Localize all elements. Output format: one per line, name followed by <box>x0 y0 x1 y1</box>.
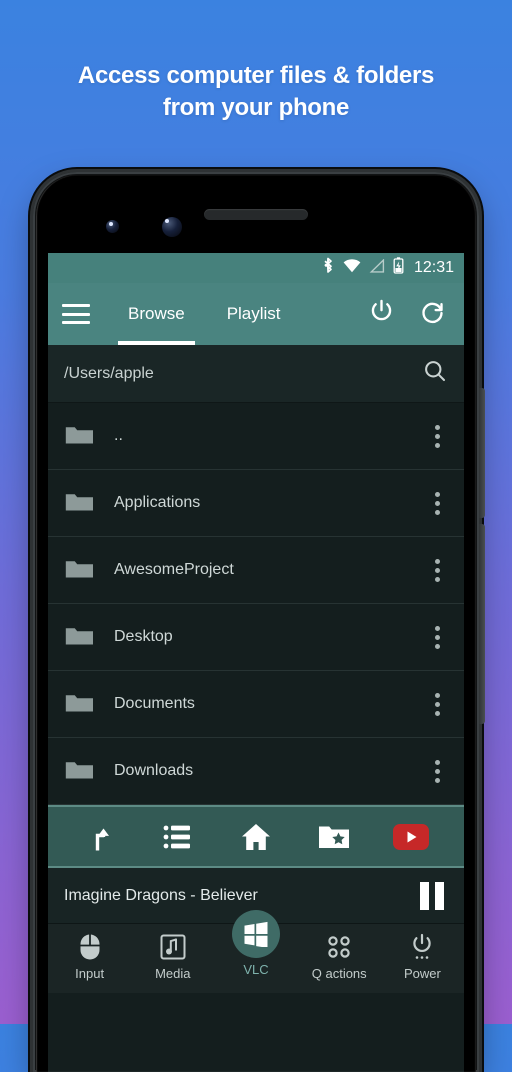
refresh-icon[interactable] <box>419 298 446 330</box>
tab-playlist[interactable]: Playlist <box>223 283 285 345</box>
headline-line-2: from your phone <box>162 93 350 121</box>
path-search-bar[interactable]: /Users/apple <box>48 345 464 403</box>
bluetooth-icon <box>322 257 335 279</box>
folder-icon <box>64 623 94 652</box>
music-note-icon <box>160 932 186 962</box>
wifi-icon <box>343 258 361 278</box>
table-row[interactable]: Downloads <box>48 738 464 805</box>
table-row[interactable]: Applications <box>48 470 464 537</box>
file-list: .. Applications AwesomeProject Desktop D… <box>48 403 464 805</box>
favorites-folder-icon[interactable] <box>307 815 361 859</box>
overflow-menu-icon[interactable] <box>427 486 448 521</box>
folder-icon <box>64 757 94 786</box>
file-name: .. <box>114 427 123 444</box>
table-row[interactable]: .. <box>48 403 464 470</box>
overflow-menu-icon[interactable] <box>427 553 448 588</box>
table-row[interactable]: AwesomeProject <box>48 537 464 604</box>
tab-browse-label: Browse <box>128 304 185 323</box>
tab-browse[interactable]: Browse <box>118 283 195 345</box>
path-input[interactable]: /Users/apple <box>64 365 422 383</box>
page-title: Access computer files & folders from you… <box>0 60 512 124</box>
tab-bar: Browse Playlist <box>118 283 285 345</box>
youtube-play-icon[interactable] <box>384 815 438 859</box>
nav-item-media[interactable]: Media <box>131 932 214 981</box>
folder-icon <box>64 422 94 451</box>
front-camera-icon <box>162 217 182 237</box>
file-name: Applications <box>114 494 201 511</box>
headline-line-1: Access computer files & folders <box>77 62 435 89</box>
tab-playlist-label: Playlist <box>226 304 281 323</box>
phone-mockup: 12:31 Browse Playlist /Users/apple .. Ap… <box>33 172 485 1072</box>
overflow-menu-icon[interactable] <box>427 620 448 655</box>
parent-directory-icon[interactable] <box>74 815 128 859</box>
power-icon <box>409 932 435 962</box>
table-row[interactable]: Desktop <box>48 604 464 671</box>
power-icon[interactable] <box>368 298 395 330</box>
pause-icon[interactable] <box>416 880 448 912</box>
folder-icon <box>64 489 94 518</box>
app-bar-actions <box>368 298 450 330</box>
battery-charging-icon <box>393 257 404 279</box>
nav-label: Power <box>403 966 441 981</box>
volume-side-button[interactable] <box>479 524 485 724</box>
hamburger-menu-icon[interactable] <box>62 304 90 324</box>
list-view-icon[interactable] <box>151 815 205 859</box>
file-name: Desktop <box>114 628 173 645</box>
search-icon[interactable] <box>422 358 448 389</box>
folder-icon <box>64 690 94 719</box>
status-bar: 12:31 <box>48 253 464 283</box>
front-sensor-icon <box>106 220 119 233</box>
overflow-menu-icon[interactable] <box>427 754 448 789</box>
nav-label: VLC <box>243 962 269 977</box>
file-name: Documents <box>114 695 195 712</box>
bottom-navigation: Input Media VLC Q actions Power <box>48 910 464 993</box>
nav-label: Q actions <box>311 966 367 981</box>
nav-item-input[interactable]: Input <box>48 932 131 981</box>
grid-dots-icon <box>325 932 353 962</box>
nav-label: Media <box>155 966 191 981</box>
table-row[interactable]: Documents <box>48 671 464 738</box>
power-side-button[interactable] <box>479 388 485 518</box>
phone-screen: 12:31 Browse Playlist /Users/apple .. Ap… <box>48 253 464 1072</box>
app-bar: Browse Playlist <box>48 283 464 345</box>
phone-inner: 12:31 Browse Playlist /Users/apple .. Ap… <box>36 175 476 1072</box>
signal-icon <box>369 257 385 278</box>
windows-logo-icon <box>232 910 280 958</box>
folder-icon <box>64 556 94 585</box>
home-icon[interactable] <box>229 815 283 859</box>
nav-item-power[interactable]: Power <box>381 932 464 981</box>
earpiece-speaker <box>204 209 308 220</box>
overflow-menu-icon[interactable] <box>427 419 448 454</box>
nav-item-q-actions[interactable]: Q actions <box>298 932 381 981</box>
status-clock: 12:31 <box>413 259 454 276</box>
nav-label: Input <box>75 966 105 981</box>
file-name: AwesomeProject <box>114 561 234 578</box>
file-name: Downloads <box>114 762 194 779</box>
now-playing-title: Imagine Dragons - Believer <box>64 886 258 904</box>
nav-item-vlc[interactable]: VLC <box>214 910 297 977</box>
mouse-icon <box>79 932 101 962</box>
action-toolbar <box>48 805 464 868</box>
overflow-menu-icon[interactable] <box>427 687 448 722</box>
